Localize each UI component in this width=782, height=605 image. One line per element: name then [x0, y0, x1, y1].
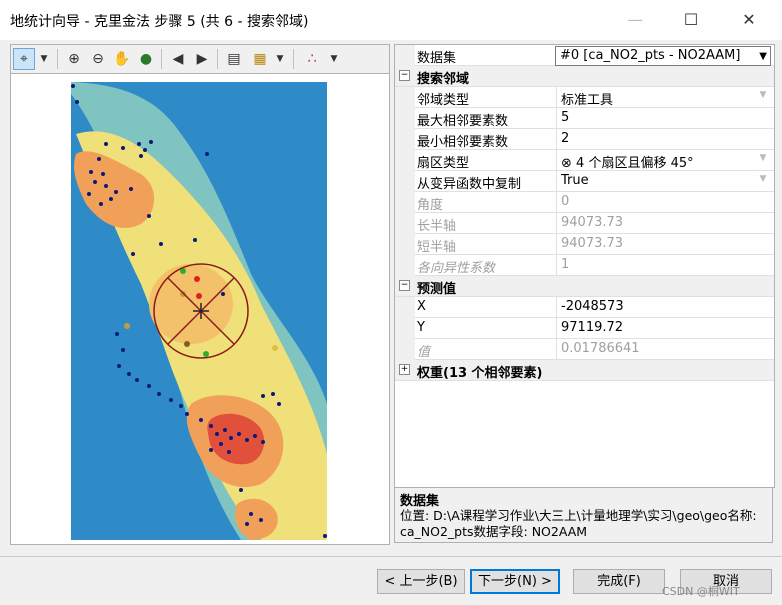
sector-icon: ⊗ — [561, 156, 572, 171]
major-axis-row: 长半轴 94073.73 — [395, 213, 774, 234]
neighbor-point — [184, 341, 190, 347]
zoom-in-icon[interactable]: ⊕ — [63, 48, 85, 70]
next-button[interactable]: 下一步(N) > — [470, 569, 560, 594]
x-value[interactable]: -2048573 — [561, 299, 761, 314]
angle-value: 0 — [561, 194, 570, 209]
minimize-icon[interactable]: — — [612, 6, 658, 34]
category-label: 预测值 — [417, 282, 457, 297]
points-icon[interactable]: ∴ — [301, 48, 323, 70]
anisotropy-value: 1 — [561, 257, 570, 272]
minor-axis-row: 短半轴 94073.73 — [395, 234, 774, 255]
back-button[interactable]: < 上一步(B) — [377, 569, 465, 594]
min-neighbors-row[interactable]: 最小相邻要素数 2 — [395, 129, 774, 150]
crosshair-icon[interactable]: ⌖ — [13, 48, 35, 70]
copy-from-variogram-value[interactable]: True — [561, 173, 761, 188]
category-label: 搜索邻域 — [417, 72, 470, 87]
neighbor-point — [272, 345, 278, 351]
chevron-down-icon[interactable]: ▼ — [273, 48, 287, 70]
property-grid: 数据集 #0 [ca_NO2_pts - NO2AAM] ▼ − 搜索邻域 邻域… — [394, 44, 775, 488]
collapse-icon[interactable]: − — [399, 280, 410, 291]
mid-high-zone-center — [149, 264, 233, 344]
angle-row: 角度 0 — [395, 192, 774, 213]
x-row[interactable]: X -2048573 — [395, 297, 774, 318]
map-toolbar: ⌖ ▼ ⊕ ⊖ ✋ ● ◀ ▶ ▤ ▦ ▼ ∴ ▼ — [10, 44, 390, 73]
y-label: Y — [417, 320, 425, 335]
description-text: 位置: D:\A课程学习作业\大三上\计量地理学\实习\geo\geo名称: c… — [400, 508, 757, 539]
category-search-neighborhood[interactable]: − 搜索邻域 — [395, 66, 774, 87]
sector-type-row[interactable]: 扇区类型 ⊗ 4 个扇区且偏移 45° ▼ — [395, 150, 774, 171]
y-row[interactable]: Y 97119.72 — [395, 318, 774, 339]
pan-hand-icon[interactable]: ✋ — [111, 48, 133, 70]
anisotropy-label: 各向异性系数 — [417, 261, 496, 276]
major-axis-label: 长半轴 — [417, 219, 457, 234]
neighborhood-type-row[interactable]: 邻域类型 标准工具 ▼ — [395, 87, 774, 108]
chevron-down-icon[interactable]: ▼ — [756, 153, 770, 167]
dataset-label: 数据集 — [417, 51, 457, 66]
chevron-down-icon[interactable]: ▼ — [759, 51, 767, 62]
predicted-value: 0.01786641 — [561, 341, 640, 356]
forward-arrow-icon[interactable]: ▶ — [191, 48, 213, 70]
min-neighbors-value[interactable]: 2 — [561, 131, 761, 146]
max-neighbors-row[interactable]: 最大相邻要素数 5 — [395, 108, 774, 129]
anisotropy-row: 各向异性系数 1 — [395, 255, 774, 276]
category-weights[interactable]: + 权重(13 个相邻要素) — [395, 360, 774, 381]
sector-type-label: 扇区类型 — [417, 156, 470, 171]
maximize-icon[interactable]: ☐ — [668, 6, 714, 34]
watermark: CSDN @桐WIT — [662, 585, 740, 598]
globe-icon[interactable]: ● — [135, 48, 157, 70]
neighbor-point — [124, 323, 130, 329]
zoom-out-icon[interactable]: ⊖ — [87, 48, 109, 70]
description-heading: 数据集 — [400, 494, 440, 509]
table-icon[interactable]: ▤ — [223, 48, 245, 70]
y-value[interactable]: 97119.72 — [561, 320, 761, 335]
expand-icon[interactable]: + — [399, 364, 410, 375]
value-label: 值 — [417, 345, 431, 360]
major-axis-value: 94073.73 — [561, 215, 624, 230]
minor-axis-label: 短半轴 — [417, 240, 457, 255]
category-predicted-value[interactable]: − 预测值 — [395, 276, 774, 297]
neighbor-point — [196, 293, 202, 299]
description-panel: 数据集 位置: D:\A课程学习作业\大三上\计量地理学\实习\geo\geo名… — [394, 487, 773, 543]
back-arrow-icon[interactable]: ◀ — [167, 48, 189, 70]
chevron-down-icon[interactable]: ▼ — [756, 174, 770, 188]
sector-type-value-cell[interactable]: ⊗ 4 个扇区且偏移 45° — [561, 152, 761, 171]
x-label: X — [417, 299, 426, 314]
collapse-icon[interactable]: − — [399, 70, 410, 81]
copy-from-variogram-row[interactable]: 从变异函数中复制 True ▼ — [395, 171, 774, 192]
category-label: 权重(13 个相邻要素) — [417, 366, 543, 381]
divider — [0, 556, 782, 557]
chevron-down-icon[interactable]: ▼ — [37, 48, 51, 70]
copy-from-variogram-label: 从变异函数中复制 — [417, 177, 522, 192]
kriging-surface-map[interactable] — [11, 74, 389, 544]
layer-icon[interactable]: ▦ — [249, 48, 271, 70]
value-row: 值 0.01786641 — [395, 339, 774, 360]
dataset-select[interactable]: #0 [ca_NO2_pts - NO2AAM] ▼ — [555, 46, 771, 66]
chevron-down-icon[interactable]: ▼ — [756, 90, 770, 104]
close-icon[interactable]: ✕ — [726, 6, 772, 34]
dataset-row[interactable]: 数据集 #0 [ca_NO2_pts - NO2AAM] ▼ — [395, 45, 774, 66]
max-neighbors-label: 最大相邻要素数 — [417, 114, 509, 129]
title-bar: 地统计向导 - 克里金法 步骤 5 (共 6 - 搜索邻域) — ☐ ✕ — [0, 0, 782, 40]
window-title: 地统计向导 - 克里金法 步骤 5 (共 6 - 搜索邻域) — [10, 14, 309, 30]
minor-axis-value: 94073.73 — [561, 236, 624, 251]
finish-button[interactable]: 完成(F) — [573, 569, 665, 594]
neighborhood-type-label: 邻域类型 — [417, 93, 470, 108]
min-neighbors-label: 最小相邻要素数 — [417, 135, 509, 150]
dataset-value: #0 [ca_NO2_pts - NO2AAM] — [560, 48, 741, 63]
max-neighbors-value[interactable]: 5 — [561, 110, 761, 125]
neighbor-point — [194, 276, 200, 282]
chevron-down-icon[interactable]: ▼ — [327, 48, 341, 70]
angle-label: 角度 — [417, 198, 444, 213]
neighborhood-type-value[interactable]: 标准工具 — [561, 89, 761, 108]
map-view[interactable] — [10, 73, 390, 545]
sector-type-value: 4 个扇区且偏移 45° — [576, 156, 694, 171]
neighbor-point — [203, 351, 209, 357]
